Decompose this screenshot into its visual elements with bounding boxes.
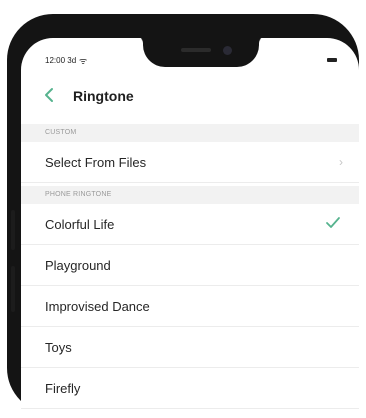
ringtone-item-toys[interactable]: Toys bbox=[21, 327, 359, 368]
ringtone-item-playground[interactable]: Playground bbox=[21, 245, 359, 286]
display-notch bbox=[130, 38, 272, 67]
section-header-custom: CUSTOM bbox=[21, 124, 359, 142]
ringtone-item-improvised-dance[interactable]: Improvised Dance bbox=[21, 286, 359, 327]
back-button[interactable] bbox=[43, 84, 65, 106]
phone-device: 12:00 3d ᯤ Ringtone CUSTOM Select From F… bbox=[7, 14, 359, 418]
ringtone-label: Firefly bbox=[45, 381, 81, 396]
ringtone-item-colorful-life[interactable]: Colorful Life bbox=[21, 204, 359, 245]
phone-screen: 12:00 3d ᯤ Ringtone CUSTOM Select From F… bbox=[21, 38, 359, 418]
status-time: 12:00 3d bbox=[45, 56, 77, 65]
chevron-right-icon: › bbox=[339, 155, 343, 169]
front-camera bbox=[223, 46, 232, 55]
ringtone-label: Toys bbox=[45, 340, 72, 355]
back-arrow-icon bbox=[45, 88, 53, 102]
earpiece-speaker bbox=[181, 48, 211, 52]
section-header-phone-ringtone: PHONE RINGTONE bbox=[21, 186, 359, 204]
checkmark-icon bbox=[326, 217, 340, 228]
section-label-custom: CUSTOM bbox=[45, 129, 77, 136]
battery-icon bbox=[327, 58, 337, 62]
select-from-files-label: Select From Files bbox=[45, 155, 147, 170]
side-button-upper bbox=[11, 210, 15, 250]
app-header: Ringtone bbox=[21, 78, 359, 114]
ringtone-label: Playground bbox=[45, 258, 111, 273]
ringtone-label: Colorful Life bbox=[45, 217, 115, 232]
ringtone-item-firefly[interactable]: Firefly bbox=[21, 368, 359, 409]
page-title: Ringtone bbox=[73, 88, 134, 104]
wifi-icon: ᯤ bbox=[79, 56, 88, 66]
side-button-lower bbox=[11, 266, 15, 312]
select-from-files-item[interactable]: Select From Files › bbox=[21, 142, 359, 183]
ringtone-label: Improvised Dance bbox=[45, 299, 150, 314]
section-label-phone-ringtone: PHONE RINGTONE bbox=[45, 191, 112, 198]
